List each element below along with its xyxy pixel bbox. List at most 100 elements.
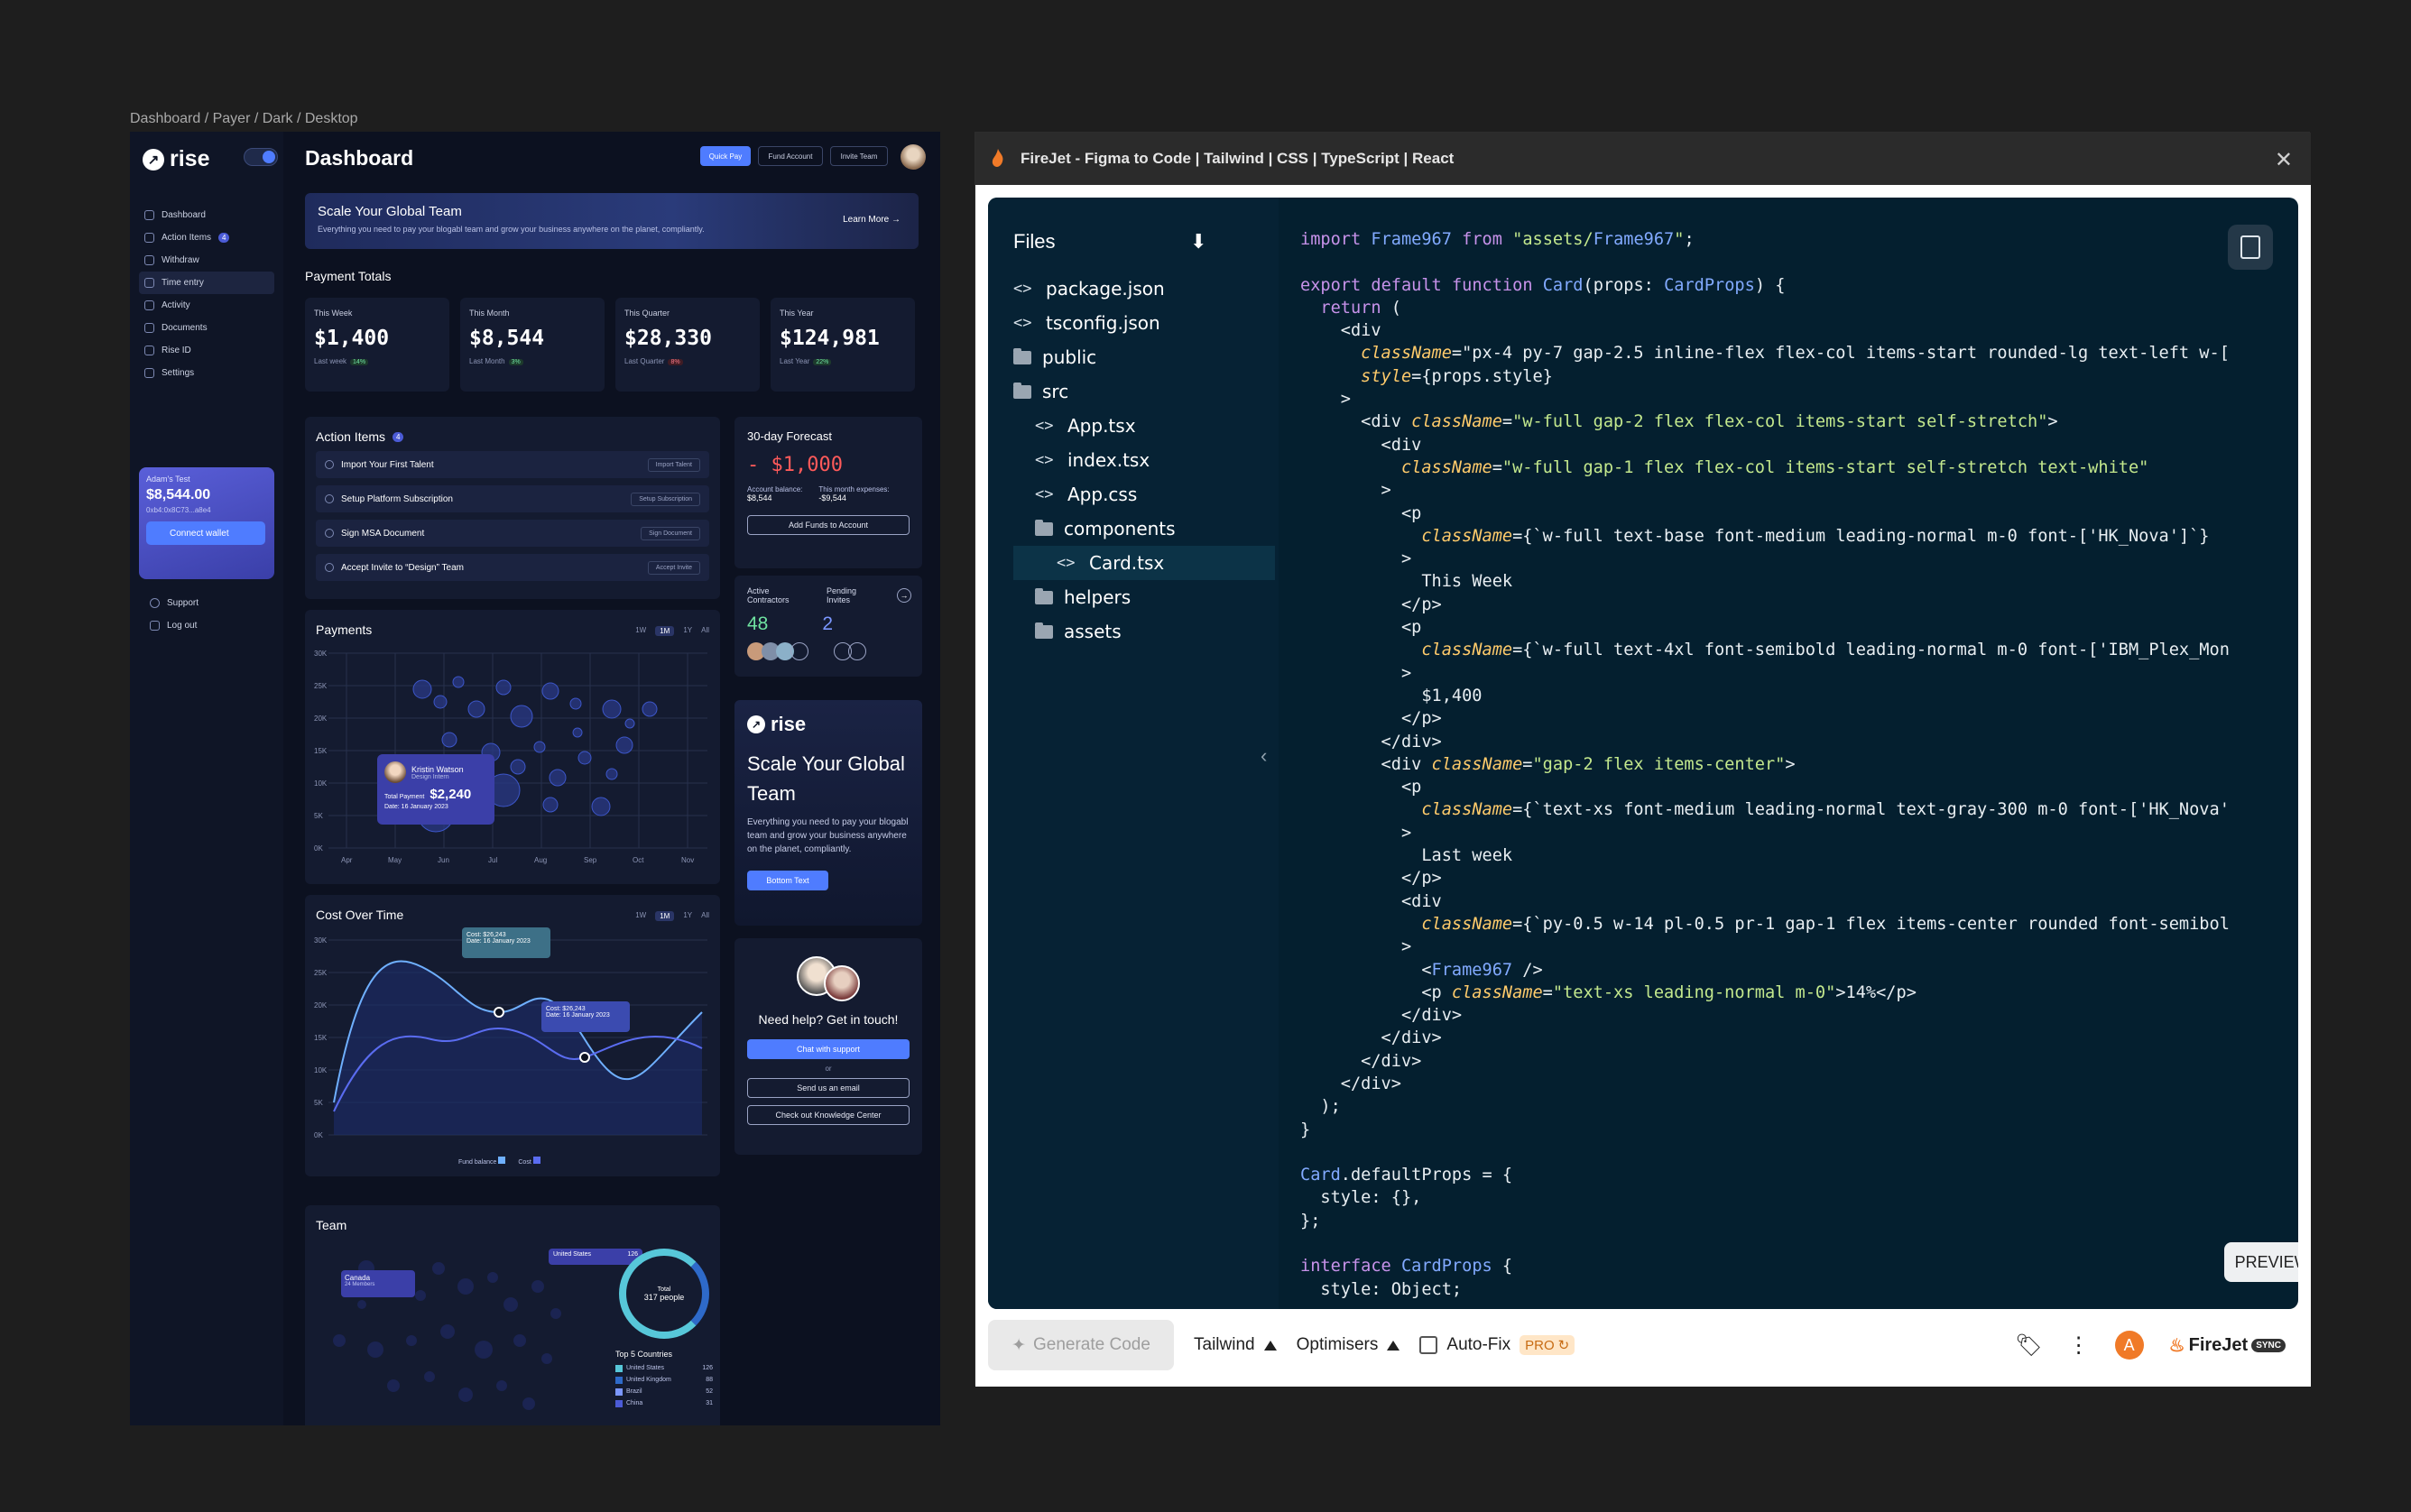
chat-support-button[interactable]: Chat with support bbox=[747, 1039, 910, 1059]
sidebar-item-withdraw[interactable]: Withdraw bbox=[139, 249, 274, 272]
file-name: src bbox=[1042, 381, 1069, 402]
firejet-body: Files ⬇ <> package.json <> tsconfig.json pub… bbox=[975, 185, 2311, 1387]
help-card: Need help? Get in touch! Chat with suppo… bbox=[734, 938, 922, 1155]
logout-link[interactable]: Log out bbox=[144, 614, 271, 637]
file-item[interactable]: <> tsconfig.json bbox=[1013, 306, 1275, 340]
support-link[interactable]: Support bbox=[144, 592, 271, 614]
connect-wallet-button[interactable]: Connect wallet bbox=[146, 521, 265, 545]
payment-total-card: This Year $124,981 Last Year 22% bbox=[771, 298, 915, 392]
file-item[interactable]: <> App.tsx bbox=[1013, 409, 1275, 443]
file-item[interactable]: <> Card.tsx bbox=[1013, 546, 1275, 580]
generate-code-button[interactable]: ✦ Generate Code bbox=[988, 1320, 1174, 1370]
svg-text:Jul: Jul bbox=[488, 856, 497, 864]
action-item-button[interactable]: Accept Invite bbox=[647, 560, 700, 575]
bottom-text-button[interactable]: Bottom Text bbox=[747, 871, 828, 890]
range-all[interactable]: All bbox=[701, 911, 709, 921]
action-item-button[interactable]: Sign Document bbox=[641, 526, 700, 540]
user-avatar[interactable] bbox=[901, 144, 926, 170]
quick-pay-button[interactable]: Quick Pay bbox=[700, 146, 751, 166]
framework-select[interactable]: Tailwind bbox=[1194, 1335, 1277, 1355]
pending-invites-count: 2 bbox=[822, 613, 834, 634]
sidebar-item-time-entry[interactable]: Time entry bbox=[139, 272, 274, 294]
fund-account-button[interactable]: Fund Account bbox=[758, 146, 823, 166]
payment-totals-title: Payment Totals bbox=[305, 269, 392, 283]
range-1m[interactable]: 1M bbox=[655, 626, 675, 636]
more-vertical-icon[interactable]: ⋮ bbox=[2068, 1332, 2090, 1359]
logout-icon bbox=[150, 621, 160, 631]
wallet-balance: $8,544.00 bbox=[146, 487, 211, 502]
sidebar-item-action-items[interactable]: Action Items 4 bbox=[139, 226, 274, 249]
folder-item[interactable]: src bbox=[1013, 374, 1275, 409]
total-label: This Week bbox=[314, 309, 353, 318]
range-1w[interactable]: 1W bbox=[635, 626, 646, 636]
country-count: 126 bbox=[702, 1365, 713, 1371]
copy-icon[interactable] bbox=[2228, 225, 2273, 270]
chevron-left-icon[interactable]: ‹ bbox=[1261, 744, 1267, 768]
code-line: <Frame967 /> bbox=[1300, 960, 1543, 980]
theme-toggle[interactable] bbox=[244, 148, 278, 166]
code-line: className="w-full gap-1 flex flex-col it… bbox=[1400, 457, 2149, 477]
file-item[interactable]: <> index.tsx bbox=[1013, 443, 1275, 477]
folder-item[interactable]: components bbox=[1013, 512, 1275, 546]
learn-more-link[interactable]: Learn More → bbox=[843, 215, 901, 225]
total-value: $124,981 bbox=[780, 327, 880, 350]
country-name: United States bbox=[626, 1365, 665, 1371]
knowledge-center-button[interactable]: Check out Knowledge Center bbox=[747, 1105, 910, 1125]
code-line: > bbox=[1300, 663, 1412, 683]
folder-item[interactable]: assets bbox=[1013, 614, 1275, 649]
firejet-window: FireJet - Figma to Code | Tailwind | CSS… bbox=[975, 132, 2311, 1387]
send-email-button[interactable]: Send us an email bbox=[747, 1078, 910, 1098]
code-line: <div bbox=[1300, 891, 1442, 911]
range-1y[interactable]: 1Y bbox=[683, 626, 692, 636]
add-funds-button[interactable]: Add Funds to Account bbox=[747, 515, 910, 535]
autofix-toggle[interactable]: Auto-Fix PRO ↻ bbox=[1419, 1335, 1575, 1355]
close-icon[interactable]: ✕ bbox=[2275, 147, 2293, 173]
total-value: 317 people bbox=[643, 1292, 685, 1302]
expenses-label: This month expenses: bbox=[818, 485, 890, 493]
user-avatar[interactable]: A bbox=[2114, 1331, 2144, 1360]
arrow-right-icon[interactable]: → bbox=[897, 588, 911, 603]
sidebar-item-rise-id[interactable]: Rise ID bbox=[139, 339, 274, 362]
top-countries: Top 5 Countries United States 126 United K… bbox=[615, 1350, 713, 1409]
download-icon[interactable]: ⬇ bbox=[1190, 230, 1206, 254]
file-name: App.css bbox=[1067, 484, 1138, 505]
folder-item[interactable]: public bbox=[1013, 340, 1275, 374]
brand-logo[interactable]: ↗ rise bbox=[143, 146, 209, 172]
file-item[interactable]: <> App.css bbox=[1013, 477, 1275, 512]
optimisers-select[interactable]: Optimisers bbox=[1297, 1335, 1400, 1355]
file-tree: <> package.json <> tsconfig.json public src <>… bbox=[1013, 272, 1275, 649]
code-line: </p> bbox=[1300, 869, 1442, 889]
team-title: Team bbox=[316, 1218, 347, 1232]
preview-button[interactable]: PREVIEW▶ bbox=[2224, 1242, 2298, 1282]
range-1y[interactable]: 1Y bbox=[683, 911, 692, 921]
range-1w[interactable]: 1W bbox=[635, 911, 646, 921]
svg-text:5K: 5K bbox=[314, 812, 323, 820]
action-item-row[interactable]: Import Your First Talent Import Talent bbox=[316, 451, 709, 478]
tag-icon[interactable]: 🏷 bbox=[2015, 1332, 2042, 1359]
sidebar-item-documents[interactable]: Documents bbox=[139, 317, 274, 339]
firejet-flame-icon bbox=[992, 149, 1003, 167]
sidebar-item-label: Dashboard bbox=[162, 210, 206, 220]
sidebar-item-dashboard[interactable]: Dashboard bbox=[139, 204, 274, 226]
range-1m[interactable]: 1M bbox=[655, 911, 675, 921]
folder-item[interactable]: helpers bbox=[1013, 580, 1275, 614]
delta-badge: 22% bbox=[813, 359, 832, 365]
autofix-checkbox[interactable] bbox=[1419, 1336, 1438, 1354]
action-item-button[interactable]: Setup Subscription bbox=[631, 492, 700, 506]
action-item-button[interactable]: Import Talent bbox=[647, 457, 700, 472]
action-item-row[interactable]: Setup Platform Subscription Setup Subscri… bbox=[316, 485, 709, 512]
nav-icon bbox=[144, 346, 154, 355]
action-item-row[interactable]: Sign MSA Document Sign Document bbox=[316, 520, 709, 547]
folder-icon bbox=[1013, 382, 1031, 399]
sidebar-item-settings[interactable]: Settings bbox=[139, 362, 274, 384]
sidebar-item-activity[interactable]: Activity bbox=[139, 294, 274, 317]
code-line: <div className="w-full gap-2 flex flex-c… bbox=[1300, 412, 2058, 432]
nav-icon bbox=[144, 300, 154, 310]
cost-tooltip-2: Cost: $26,243 Date: 16 January 2023 bbox=[541, 1001, 630, 1032]
preview-label: PREVIEW bbox=[2234, 1252, 2298, 1271]
action-item-row[interactable]: Accept Invite to “Design” Team Accept Inv… bbox=[316, 554, 709, 581]
file-item[interactable]: <> package.json bbox=[1013, 272, 1275, 306]
svg-text:0K: 0K bbox=[314, 1131, 323, 1139]
range-all[interactable]: All bbox=[701, 626, 709, 636]
invite-team-button[interactable]: Invite Team bbox=[830, 146, 888, 166]
